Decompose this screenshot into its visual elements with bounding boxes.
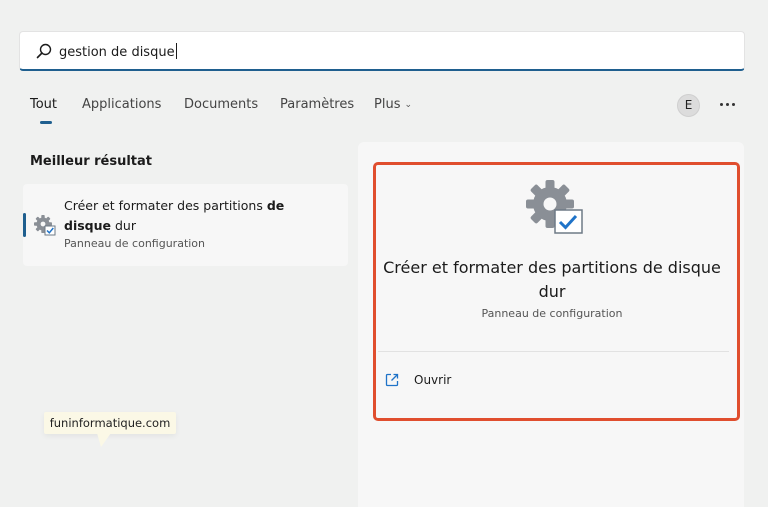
avatar[interactable]: E bbox=[677, 94, 700, 117]
chevron-down-icon: ⌄ bbox=[404, 100, 413, 110]
highlight-frame bbox=[373, 162, 740, 421]
selection-indicator bbox=[23, 213, 26, 237]
watermark-label: funinformatique.com bbox=[44, 412, 176, 434]
search-input[interactable]: gestion de disque bbox=[59, 43, 177, 60]
best-match-subtitle: Panneau de configuration bbox=[64, 237, 206, 250]
best-match-heading: Meilleur résultat bbox=[30, 154, 153, 169]
search-icon bbox=[36, 43, 52, 59]
tab-tout[interactable]: Tout bbox=[30, 97, 57, 112]
active-tab-indicator bbox=[40, 121, 52, 124]
best-match-title: Créer et formater des partitions de disqu… bbox=[64, 198, 285, 233]
tab-plus[interactable]: Plus ⌄ bbox=[374, 97, 412, 112]
watermark-tail bbox=[97, 433, 111, 447]
tab-parametres[interactable]: Paramètres bbox=[280, 97, 354, 112]
best-match-result[interactable]: Créer et formater des partitions de disqu… bbox=[23, 184, 348, 266]
search-window: gestion de disque Tout Applications Docu… bbox=[0, 0, 768, 507]
search-box[interactable]: gestion de disque bbox=[19, 31, 745, 71]
text-caret bbox=[175, 43, 177, 59]
tab-documents[interactable]: Documents bbox=[184, 97, 258, 112]
more-options-icon[interactable] bbox=[719, 94, 737, 114]
tab-applications[interactable]: Applications bbox=[82, 97, 161, 112]
settings-gear-check-icon bbox=[34, 215, 56, 236]
